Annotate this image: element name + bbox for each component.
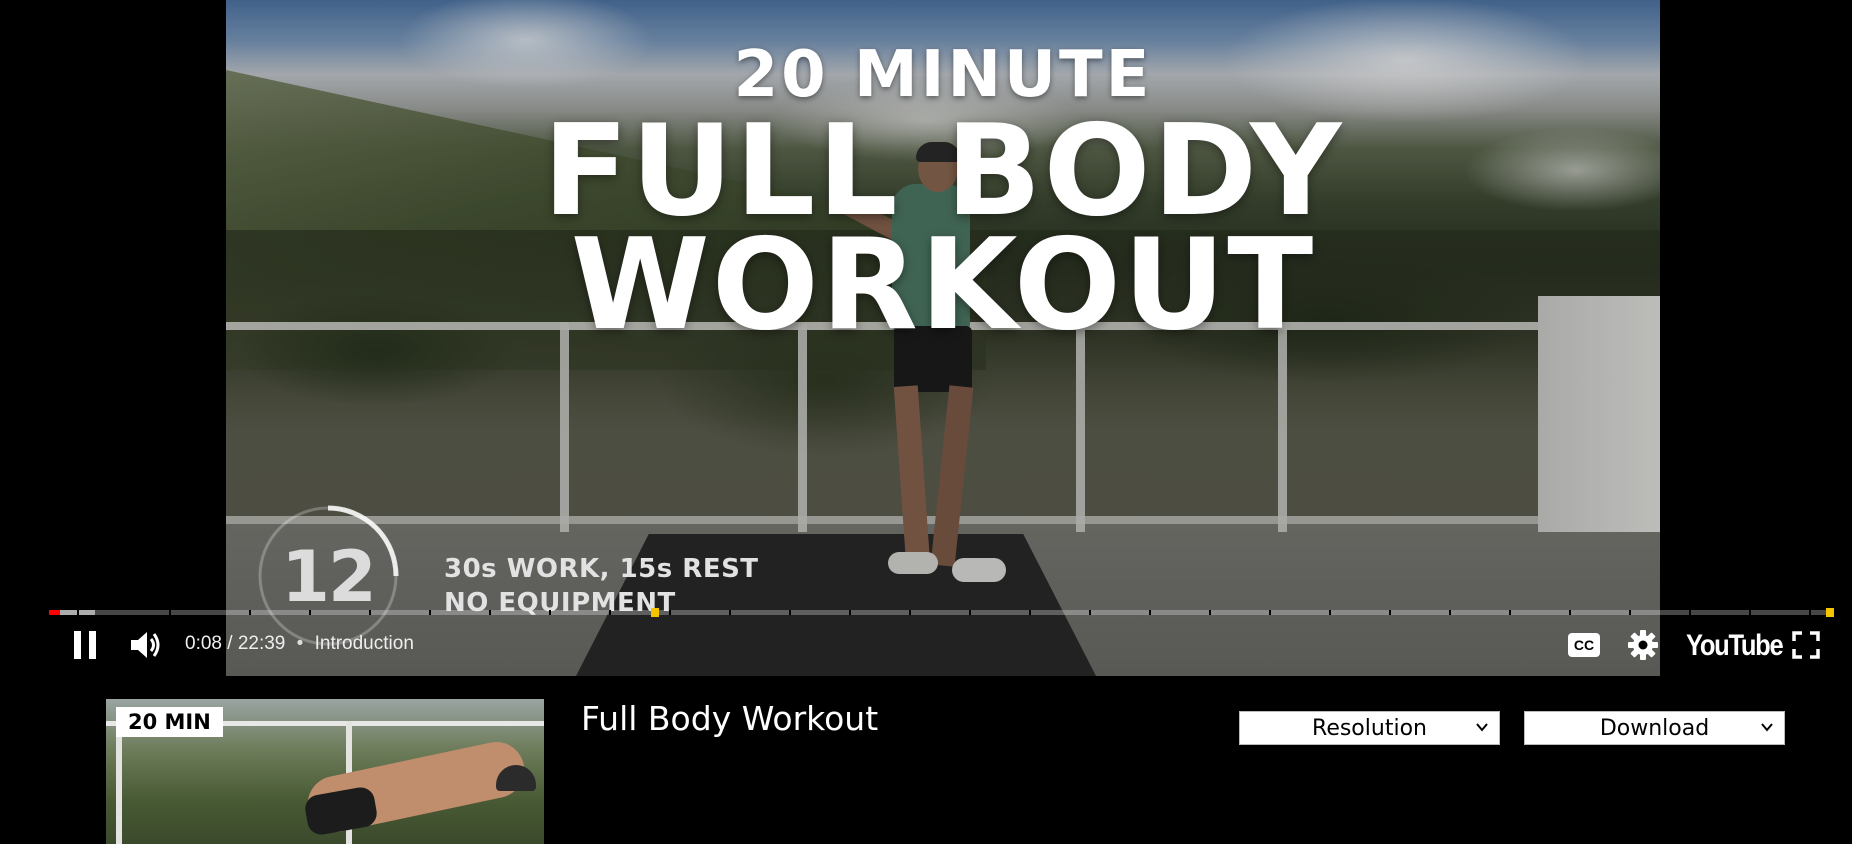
- chapter-title[interactable]: Introduction: [315, 633, 414, 654]
- chapter-gap: [549, 610, 551, 615]
- timer-number: 12: [281, 536, 376, 618]
- chapter-gap: [309, 610, 311, 615]
- chapter-gap: [1149, 610, 1151, 615]
- chapter-gap: [1089, 610, 1091, 615]
- chapter-gap: [609, 610, 611, 615]
- current-time: 0:08: [185, 633, 222, 654]
- time-slash: /: [227, 633, 238, 654]
- chapter-separator: •: [296, 633, 304, 654]
- pause-button[interactable]: [64, 626, 106, 664]
- thumbnail-post: [116, 721, 122, 844]
- pause-icon: [74, 631, 96, 659]
- chapter-gap: [1569, 610, 1571, 615]
- download-select-label: Download: [1599, 715, 1710, 741]
- chapter-gap: [1809, 610, 1811, 615]
- chapter-gap: [1209, 610, 1211, 615]
- chapter-marker: [651, 608, 659, 617]
- chapter-gap: [249, 610, 251, 615]
- chapter-gap: [429, 610, 431, 615]
- chapter-gap: [77, 610, 79, 615]
- overlay-title-workout: WORKOUT: [570, 211, 1316, 358]
- chapter-gap: [849, 610, 851, 615]
- chapter-gap: [369, 610, 371, 615]
- duration: 22:39: [237, 633, 286, 654]
- thumbnail-duration-badge: 20 MIN: [116, 707, 223, 737]
- volume-icon: [131, 632, 160, 658]
- video-frame[interactable]: 20 MINUTE FULL BODY WORKOUT 12 30s WORK,…: [226, 0, 1660, 676]
- chapter-gap: [1029, 610, 1031, 615]
- chapter-gap: [489, 610, 491, 615]
- chapter-gap: [1509, 610, 1511, 615]
- youtube-logo[interactable]: YouTube: [1686, 629, 1784, 663]
- video-title: Full Body Workout: [581, 699, 879, 738]
- video-thumbnail[interactable]: 20 MIN: [106, 699, 544, 844]
- overlay-info-work-rest: 30s WORK, 15s REST: [444, 554, 759, 584]
- chapter-gap: [1329, 610, 1331, 615]
- chevron-down-icon: [1761, 723, 1773, 732]
- time-display: 0:08 / 22:39 • Introduction: [185, 633, 414, 655]
- chapter-gap: [1749, 610, 1751, 615]
- thumbnail-cap: [496, 765, 536, 791]
- download-select[interactable]: Download: [1524, 711, 1785, 745]
- progress-bar[interactable]: [49, 608, 1834, 617]
- settings-button[interactable]: [1624, 628, 1662, 662]
- chapter-gap: [789, 610, 791, 615]
- fullscreen-icon: [1792, 631, 1820, 659]
- chapter-gap: [169, 610, 171, 615]
- resolution-select[interactable]: Resolution: [1239, 711, 1500, 745]
- chapter-gap: [1689, 610, 1691, 615]
- resolution-select-label: Resolution: [1312, 715, 1427, 741]
- chapter-gap: [729, 610, 731, 615]
- volume-button[interactable]: [124, 626, 168, 664]
- chapter-gap: [909, 610, 911, 615]
- chapter-gap: [969, 610, 971, 615]
- chapter-gap: [1389, 610, 1391, 615]
- chapter-marker: [1826, 608, 1834, 617]
- chapter-gap: [1629, 610, 1631, 615]
- captions-button[interactable]: CC: [1566, 630, 1602, 660]
- captions-icon: CC: [1568, 633, 1600, 657]
- chevron-down-icon: [1476, 723, 1488, 732]
- captions-label: CC: [1573, 637, 1595, 653]
- chapter-gap: [669, 610, 671, 615]
- fullscreen-button[interactable]: [1788, 628, 1824, 662]
- progress-played: [49, 610, 60, 615]
- chapter-gap: [1269, 610, 1271, 615]
- chapter-gap: [1449, 610, 1451, 615]
- gear-icon: [1628, 630, 1658, 660]
